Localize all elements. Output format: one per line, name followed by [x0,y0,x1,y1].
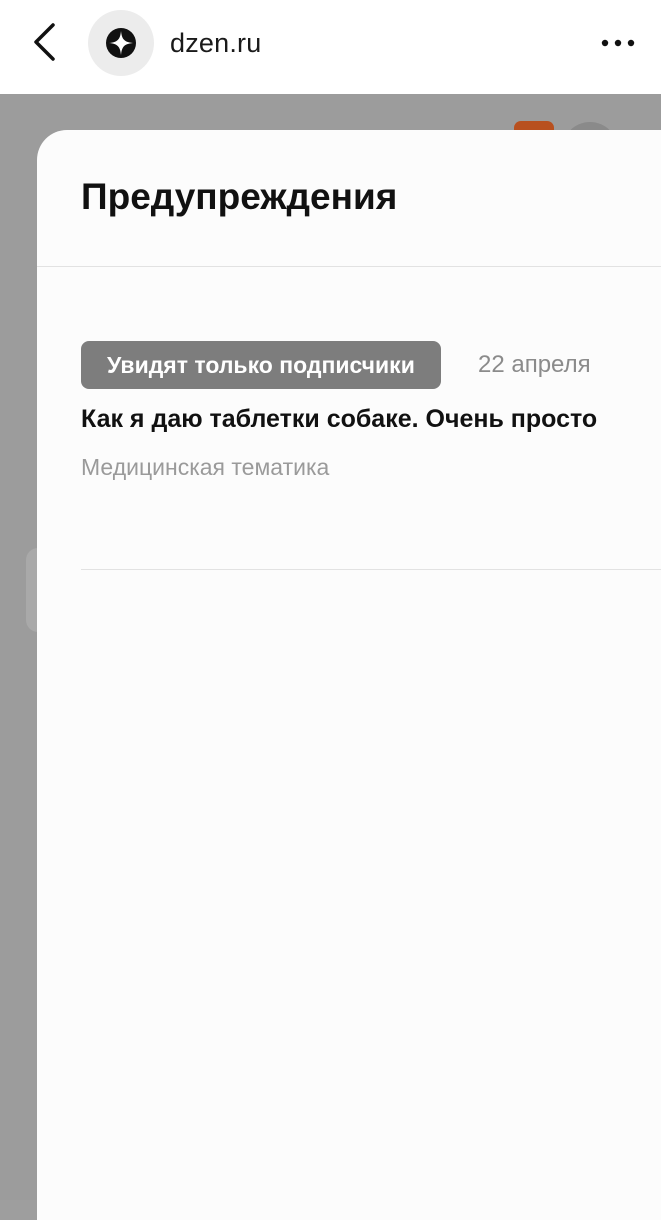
chevron-left-icon [34,23,55,61]
warnings-sheet: Предупреждения Увидят только подписчики … [37,130,661,1220]
divider [81,569,661,570]
back-button[interactable] [24,20,64,64]
more-horizontal-icon [601,39,635,47]
site-favicon[interactable] [88,10,154,76]
zen-star-icon [106,28,136,58]
site-domain[interactable]: dzen.ru [170,28,261,59]
warning-item[interactable]: Увидят только подписчики 22 апреля Как я… [81,341,661,571]
warning-date: 22 апреля [478,351,591,378]
warning-reason: Медицинская тематика [81,454,330,480]
status-badge: Увидят только подписчики [81,341,441,389]
browser-top-bar: dzen.ru [0,0,661,94]
page-title: Предупреждения [81,176,398,217]
divider [37,266,661,267]
article-title-link[interactable]: Как я даю таблетки собаке. Очень просто [81,405,597,434]
more-options-button[interactable] [596,26,640,60]
